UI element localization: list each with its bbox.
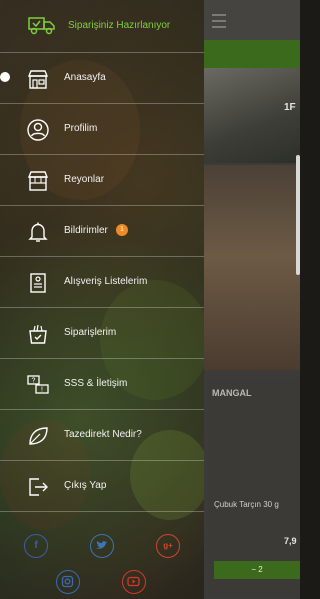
order-status-text: Siparişiniz Hazırlanıyor <box>68 20 171 31</box>
scrollbar[interactable] <box>296 155 300 275</box>
delivery-truck-icon <box>28 14 56 36</box>
menu-item-cikis-yap[interactable]: Çıkış Yap <box>0 460 204 512</box>
notification-badge: 1 <box>116 224 128 236</box>
shopping-list-icon <box>26 271 50 295</box>
hamburger-menu-icon[interactable] <box>212 14 226 28</box>
shelves-icon <box>26 169 50 193</box>
instagram-icon[interactable] <box>56 570 80 594</box>
store-icon <box>26 67 50 91</box>
section-label: MANGAL <box>212 388 252 398</box>
menu-item-bildirimler[interactable]: Bildirimler 1 <box>0 205 204 257</box>
app-green-bar <box>204 40 300 68</box>
profile-icon <box>26 118 50 142</box>
navigation-drawer: Siparişiniz Hazırlanıyor Anasayfa Profil… <box>0 0 204 599</box>
logout-icon <box>26 475 50 499</box>
youtube-icon[interactable] <box>122 570 146 594</box>
menu-item-label: Alışveriş Listelerim <box>64 276 148 287</box>
menu-item-label: Tazedirekt Nedir? <box>64 429 142 440</box>
banner-image[interactable] <box>204 68 300 163</box>
bell-icon <box>26 220 50 244</box>
drawer-header: Siparişiniz Hazırlanıyor <box>0 0 204 52</box>
svg-text:?: ? <box>32 378 36 385</box>
product-price: 7,9 <box>284 536 297 546</box>
faq-chat-icon: ? ! <box>26 373 50 397</box>
menu-item-label: Çıkış Yap <box>64 480 107 491</box>
menu-item-tazedirekt-nedir[interactable]: Tazedirekt Nedir? <box>0 409 204 461</box>
background-app-screen: 1F MANGAL Çubuk Tarçın 30 g 7,9 − 2 <box>204 0 300 599</box>
banner-number: 1F <box>284 102 296 113</box>
menu-item-siparislerim[interactable]: Siparişlerim <box>0 307 204 359</box>
menu-item-label: SSS & İletişim <box>64 378 128 389</box>
menu-item-label: Anasayfa <box>64 72 106 83</box>
svg-text:!: ! <box>41 387 43 394</box>
googleplus-icon[interactable]: g+ <box>156 534 180 558</box>
menu-item-alisveris-listelerim[interactable]: Alışveriş Listelerim <box>0 256 204 308</box>
leaf-icon <box>26 424 50 448</box>
twitter-icon[interactable] <box>90 534 114 558</box>
menu-item-reyonlar[interactable]: Reyonlar <box>0 154 204 206</box>
menu-item-sss-iletisim[interactable]: ? ! SSS & İletişim <box>0 358 204 410</box>
menu-item-label: Siparişlerim <box>64 327 117 338</box>
menu-item-anasayfa[interactable]: Anasayfa <box>0 52 204 104</box>
cart-stepper[interactable]: − 2 <box>214 561 300 579</box>
menu-item-label: Reyonlar <box>64 174 105 185</box>
orders-bag-icon <box>26 322 50 346</box>
facebook-icon[interactable]: f <box>24 534 48 558</box>
menu-item-label: Bildirimler <box>64 225 108 236</box>
app-toolbar <box>204 0 300 40</box>
campaign-image[interactable] <box>204 165 300 370</box>
menu-item-label: Profilim <box>64 123 98 134</box>
menu-item-profilim[interactable]: Profilim <box>0 103 204 155</box>
divider <box>0 511 204 512</box>
product-name: Çubuk Tarçın 30 g <box>214 500 279 509</box>
